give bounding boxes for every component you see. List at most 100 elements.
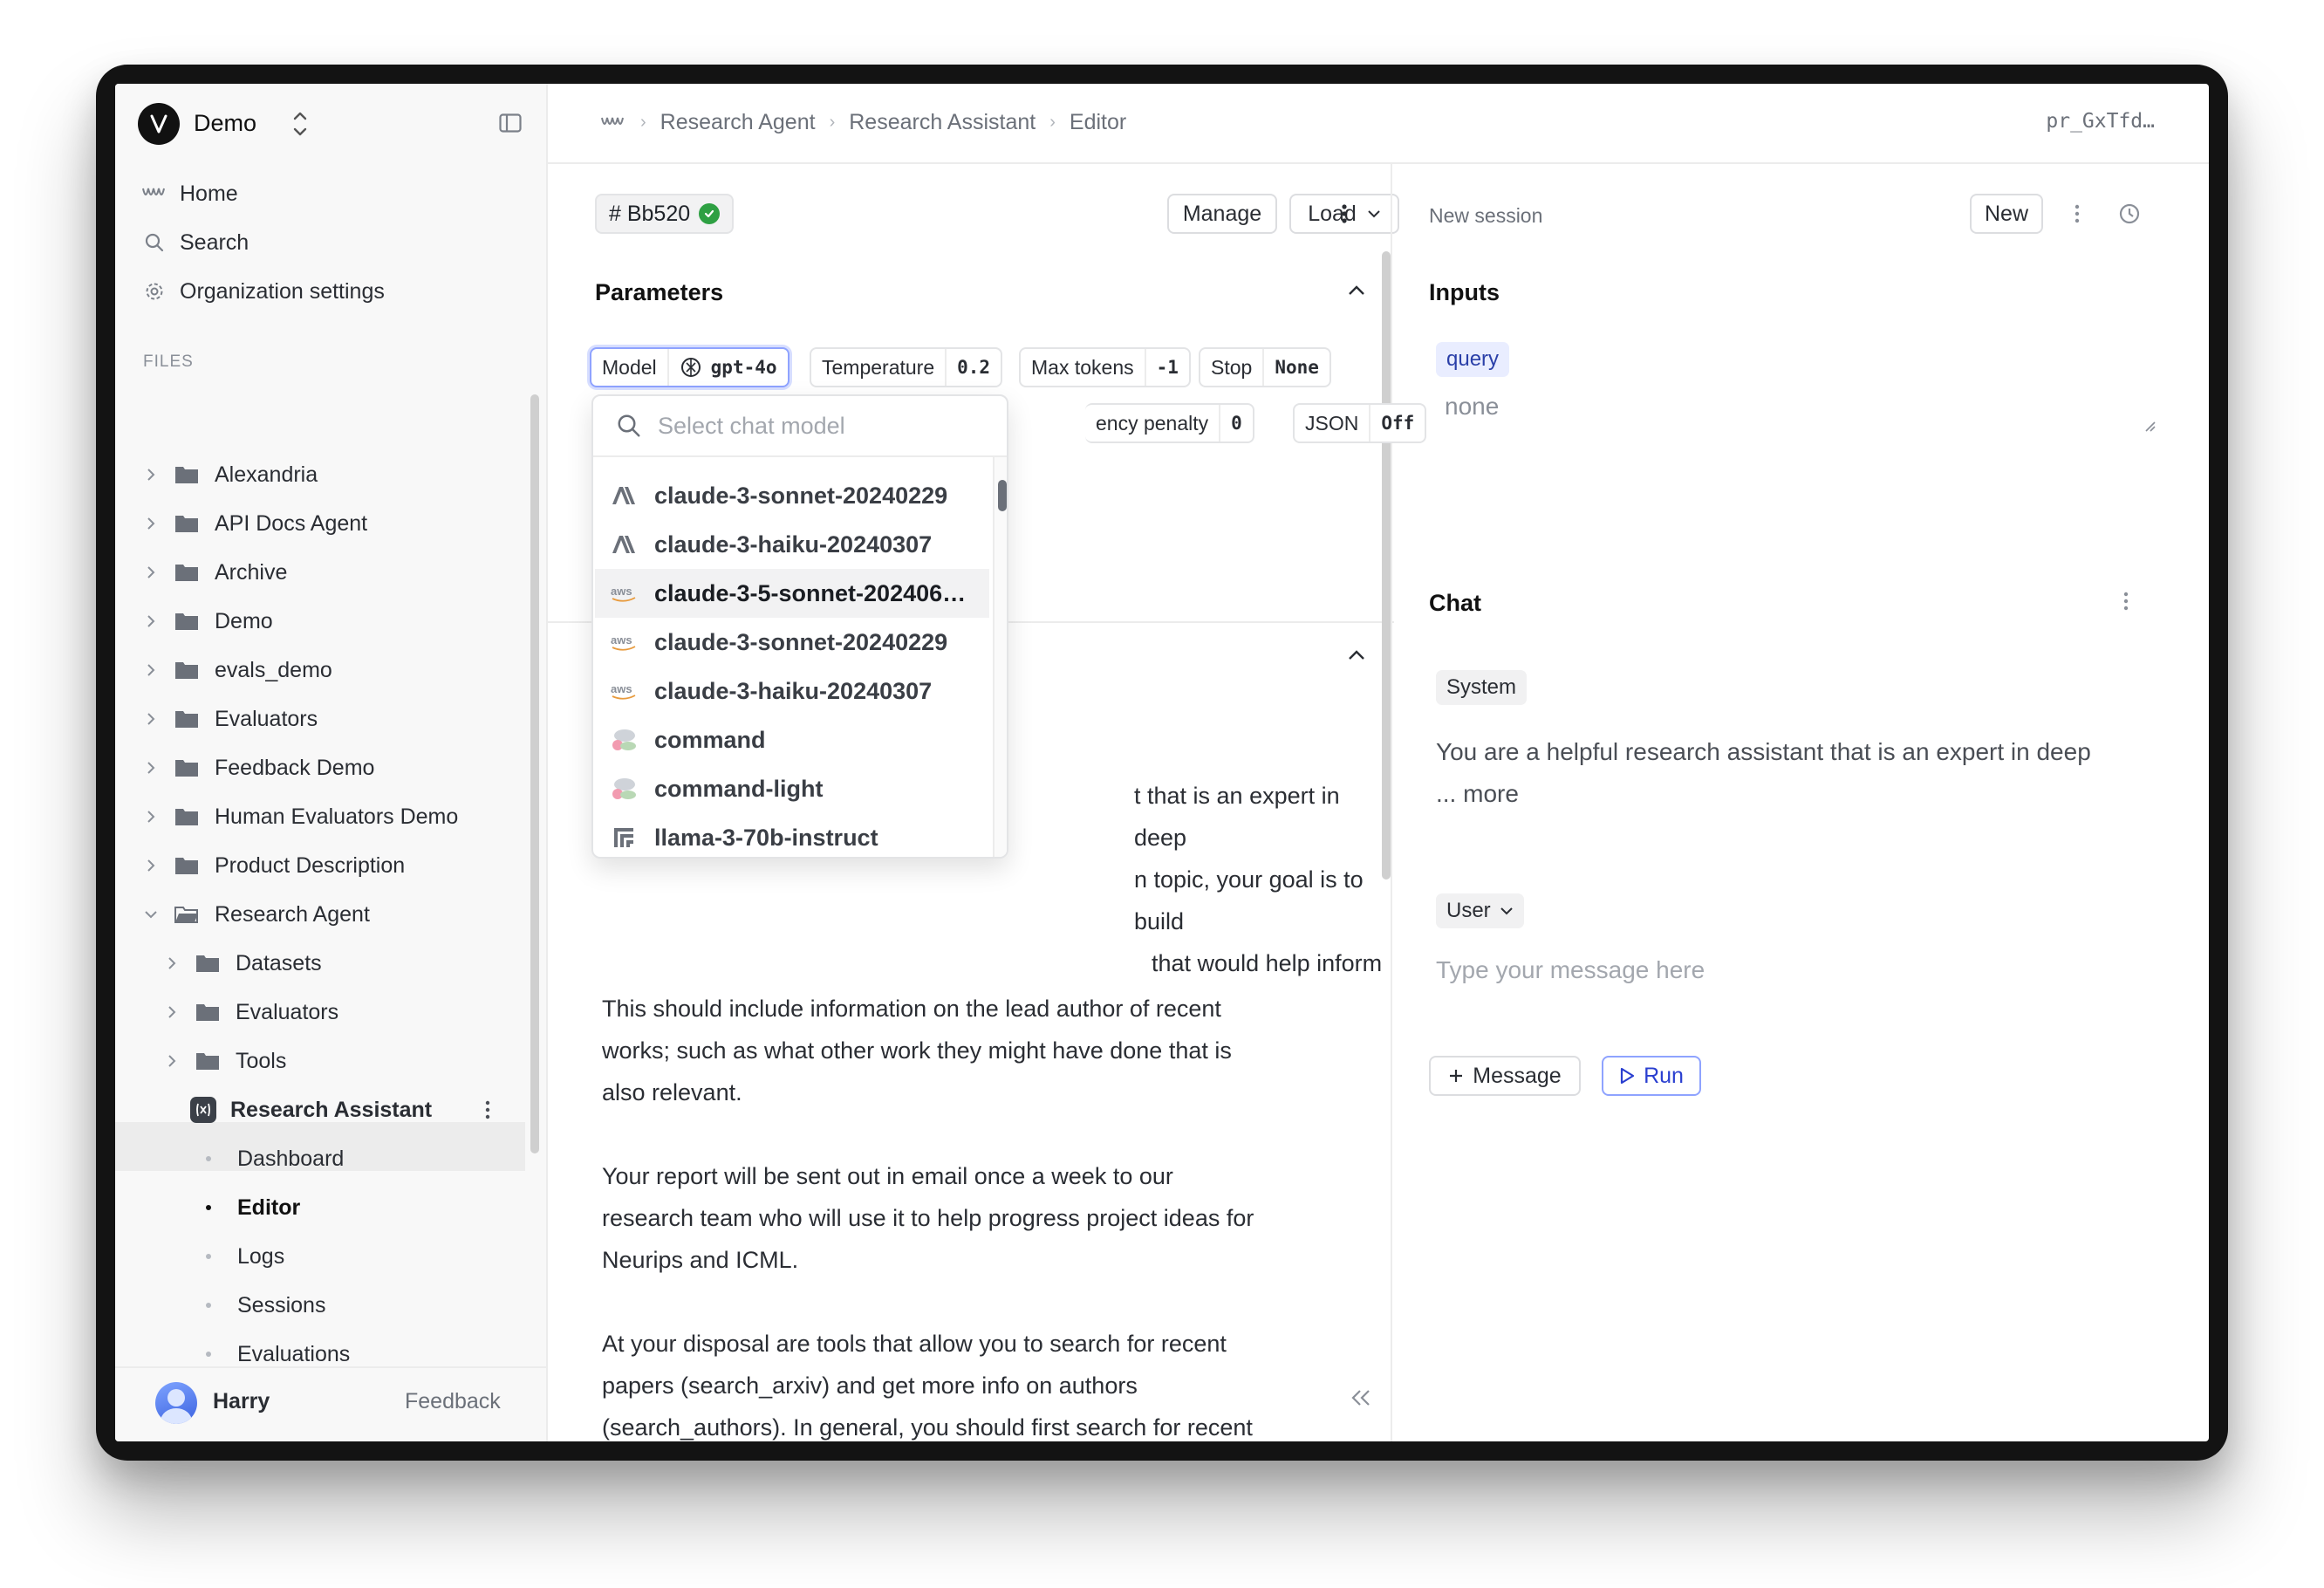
model-option[interactable]: claude-3-sonnet-20240229 (595, 471, 989, 520)
tree-folder[interactable]: Evaluators (162, 990, 338, 1034)
tree-view-sessions[interactable]: Sessions (199, 1283, 325, 1327)
tree-item-label: evals_demo (215, 657, 332, 682)
more-options-icon[interactable] (2113, 581, 2139, 621)
model-option[interactable]: aws claude-3-sonnet-20240229 (595, 618, 989, 667)
chevron-right-icon[interactable] (162, 954, 181, 973)
feedback-link[interactable]: Feedback (405, 1389, 501, 1414)
model-search-input[interactable] (658, 412, 972, 440)
user-name[interactable]: Harry (213, 1389, 270, 1414)
chevron-right-icon[interactable] (141, 661, 161, 680)
tree-item-label: API Docs Agent (215, 510, 368, 536)
show-more-link[interactable]: ... more (1436, 773, 2169, 815)
model-option[interactable]: command (595, 715, 989, 764)
model-option-label: claude-3-haiku-20240307 (654, 677, 933, 704)
prompt-paragraph[interactable]: At your disposal are tools that allow yo… (602, 1323, 1253, 1441)
scrollbar-thumb[interactable] (998, 480, 1007, 511)
model-option[interactable]: claude-3-haiku-20240307 (595, 520, 989, 569)
chevron-right-icon[interactable] (141, 563, 161, 582)
add-message-button[interactable]: Message (1429, 1056, 1581, 1096)
user-role-select[interactable]: User (1436, 893, 1524, 928)
more-options-icon[interactable] (1331, 194, 1357, 234)
more-options-icon[interactable] (2064, 194, 2090, 234)
resize-handle-icon[interactable] (2144, 421, 2157, 437)
tree-view-editor[interactable]: Editor (199, 1186, 300, 1229)
nav-org-settings[interactable]: Organization settings (141, 274, 385, 309)
chevron-right-icon[interactable] (162, 1003, 181, 1022)
max-tokens-param-chip[interactable]: Max tokens -1 (1019, 347, 1191, 387)
chevron-right-icon[interactable] (141, 856, 161, 875)
prompt-id[interactable]: pr_GxTfd… (2046, 110, 2155, 133)
new-session-button[interactable]: New (1970, 194, 2043, 234)
model-option[interactable]: llama-3-70b-instruct (595, 813, 989, 857)
tree-prompt-research-assistant[interactable]: Research Assistant (190, 1088, 432, 1132)
sidebar-toggle-icon[interactable] (499, 113, 522, 133)
workspace-logo[interactable] (138, 103, 180, 145)
tree-folder[interactable]: Tools (162, 1039, 286, 1083)
model-option[interactable]: aws claude-3-5-sonnet-20240620 (595, 569, 989, 618)
breadcrumb: › Research Agent › Research Assistant › … (600, 110, 1126, 135)
tree-folder[interactable]: Feedback Demo (141, 746, 374, 790)
nav-home[interactable]: Home (141, 176, 238, 211)
home-icon[interactable] (600, 114, 626, 132)
stop-param-chip[interactable]: Stop None (1199, 347, 1331, 387)
tree-item-label: Demo (215, 608, 273, 633)
model-option[interactable]: aws claude-3-haiku-20240307 (595, 667, 989, 715)
message-input[interactable]: Type your message here (1436, 956, 1705, 984)
prompt-paragraph[interactable]: Your report will be sent out in email on… (602, 1155, 1254, 1281)
version-badge[interactable]: # Bb520 (595, 194, 735, 234)
prompt-line: papers (search_arxiv) and get more info … (602, 1372, 1138, 1399)
tree-folder[interactable]: evals_demo (141, 648, 332, 692)
collapse-left-icon[interactable] (1349, 1387, 1377, 1415)
avatar[interactable] (155, 1382, 197, 1424)
model-search (593, 396, 1007, 457)
tree-folder[interactable]: Evaluators (141, 697, 318, 741)
breadcrumb-research-assistant[interactable]: Research Assistant (849, 110, 1036, 135)
chevron-right-icon[interactable] (141, 612, 161, 631)
tree-folder[interactable]: Demo (141, 599, 273, 643)
more-options-icon[interactable] (485, 1099, 490, 1125)
editor-scrollbar[interactable] (1382, 251, 1391, 880)
tree-folder[interactable]: Archive (141, 551, 287, 594)
input-value-field[interactable]: none (1445, 393, 1499, 421)
chevron-right-icon[interactable] (141, 807, 161, 826)
model-param-chip[interactable]: Model gpt-4o (590, 347, 789, 387)
breadcrumb-editor[interactable]: Editor (1070, 110, 1126, 135)
system-message[interactable]: You are a helpful research assistant tha… (1436, 731, 2169, 815)
aws-icon: aws (609, 678, 639, 704)
param-value-text: gpt-4o (710, 357, 777, 378)
chevron-up-icon[interactable] (1343, 277, 1370, 304)
chevron-right-icon[interactable] (141, 758, 161, 777)
tree-folder[interactable]: Research Agent (141, 893, 370, 936)
run-button[interactable]: Run (1602, 1056, 1701, 1096)
workspace-name[interactable]: Demo (194, 110, 256, 137)
nav-search[interactable]: Search (141, 225, 249, 260)
chevron-right-icon[interactable] (141, 709, 161, 729)
model-option[interactable]: command-light (595, 764, 989, 813)
param-label: Temperature (822, 355, 935, 379)
history-icon[interactable] (2116, 194, 2143, 234)
manage-button[interactable]: Manage (1167, 194, 1277, 234)
tree-folder[interactable]: Product Description (141, 844, 405, 887)
tree-folder[interactable]: Human Evaluators Demo (141, 795, 458, 838)
chevron-right-icon[interactable] (141, 465, 161, 484)
prompt-paragraph[interactable]: This should include information on the l… (602, 988, 1232, 1113)
chevron-up-icon[interactable] (1343, 642, 1370, 668)
prompt-line: that would help inform (1152, 950, 1383, 976)
sidebar-scrollbar[interactable] (530, 394, 539, 1153)
workspace-switch-icon[interactable] (290, 106, 311, 141)
tree-folder[interactable]: Alexandria (141, 453, 318, 496)
param-label: JSON (1305, 411, 1359, 435)
tree-view-logs[interactable]: Logs (199, 1235, 284, 1278)
tree-view-dashboard[interactable]: Dashboard (199, 1137, 344, 1181)
frequency-penalty-param-chip[interactable]: ency penalty 0 (1085, 403, 1254, 443)
tree-folder[interactable]: API Docs Agent (141, 502, 367, 545)
chevron-down-icon[interactable] (141, 905, 161, 924)
param-value: -1 (1144, 349, 1179, 386)
breadcrumb-research-agent[interactable]: Research Agent (660, 110, 816, 135)
chevron-right-icon[interactable] (141, 514, 161, 533)
sidebar: Demo Home Search Organization settings F… (115, 84, 548, 1441)
chevron-right-icon[interactable] (162, 1051, 181, 1071)
temperature-param-chip[interactable]: Temperature 0.2 (810, 347, 1003, 387)
model-list-scrollbar[interactable] (993, 457, 1007, 857)
tree-folder[interactable]: Datasets (162, 941, 322, 985)
